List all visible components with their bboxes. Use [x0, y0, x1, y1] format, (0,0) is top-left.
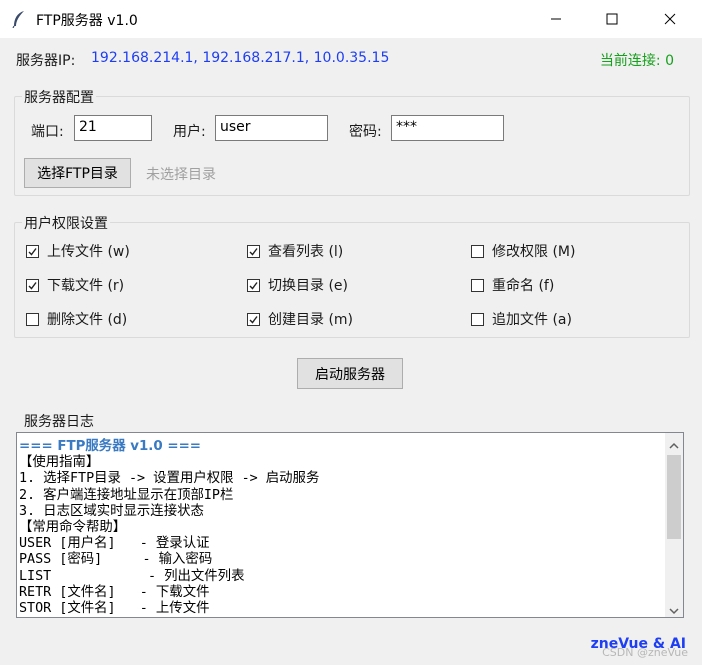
- password-label: 密码:: [349, 124, 382, 140]
- perm-label: 下载文件 (r): [47, 278, 125, 294]
- perm-label: 创建目录 (m): [268, 312, 354, 328]
- scroll-down-icon[interactable]: [669, 603, 679, 617]
- perm-chmod-checkbox[interactable]: 修改权限 (M): [471, 241, 575, 261]
- log-line: RETR [文件名] - 下载文件: [19, 584, 210, 600]
- connection-count: 当前连接: 0: [599, 53, 674, 69]
- perm-label: 重命名 (f): [492, 278, 555, 294]
- dir-status: 未选择目录: [146, 167, 216, 183]
- port-label: 端口:: [31, 124, 64, 140]
- perm-label: 切换目录 (e): [268, 278, 348, 294]
- log-line: LIST - 列出文件列表: [19, 568, 245, 584]
- log-line: 【使用指南】: [19, 455, 100, 471]
- checkbox-checked-icon: [247, 244, 260, 258]
- perm-label: 删除文件 (d): [47, 312, 128, 328]
- log-line: PASS [密码] - 输入密码: [19, 552, 213, 568]
- server-ip-label: 服务器IP:: [16, 53, 76, 69]
- choose-ftp-dir-button[interactable]: 选择FTP目录: [24, 158, 131, 188]
- perm-download-checkbox[interactable]: 下载文件 (r): [26, 275, 124, 295]
- port-input[interactable]: 21: [74, 115, 152, 141]
- log-line: USER [用户名] - 登录认证: [19, 536, 210, 552]
- checkbox-unchecked-icon: [471, 244, 484, 258]
- user-label: 用户:: [173, 124, 206, 140]
- permissions-title: 用户权限设置: [22, 213, 110, 233]
- maximize-button[interactable]: [584, 0, 640, 38]
- title-bar: FTP服务器 v1.0: [0, 0, 702, 38]
- server-log[interactable]: === FTP服务器 v1.0 === 【使用指南】 1. 选择FTP目录 -> 设…: [16, 432, 684, 618]
- checkbox-checked-icon: [247, 278, 260, 292]
- minimize-button[interactable]: [528, 0, 584, 38]
- window-title: FTP服务器 v1.0: [36, 13, 138, 29]
- server-config-title: 服务器配置: [22, 87, 96, 107]
- permissions-group: 用户权限设置 上传文件 (w) 查看列表 (l) 修改权限 (M) 下载文件 (…: [14, 213, 690, 338]
- start-server-button[interactable]: 启动服务器: [297, 358, 403, 389]
- server-ip-value: 192.168.214.1, 192.168.217.1, 10.0.35.15: [91, 50, 390, 66]
- perm-label: 上传文件 (w): [47, 244, 130, 260]
- log-line: 3. 日志区域实时显示连接状态: [19, 503, 204, 519]
- log-content: === FTP服务器 v1.0 === 【使用指南】 1. 选择FTP目录 -> 设…: [19, 439, 664, 617]
- perm-rename-checkbox[interactable]: 重命名 (f): [471, 275, 554, 295]
- ip-row: 服务器IP: 192.168.214.1, 192.168.217.1, 10.…: [16, 50, 686, 70]
- log-title: 服务器日志: [22, 411, 96, 431]
- checkbox-checked-icon: [247, 312, 260, 326]
- scroll-up-icon[interactable]: [669, 438, 679, 454]
- perm-label: 查看列表 (l): [268, 244, 344, 260]
- log-scrollbar[interactable]: [665, 433, 683, 617]
- perm-cwd-checkbox[interactable]: 切换目录 (e): [247, 275, 348, 295]
- server-config-group: 服务器配置 端口: 21 用户: user 密码: *** 选择FTP目录 未选…: [14, 87, 690, 196]
- checkbox-checked-icon: [26, 244, 39, 258]
- log-heading: === FTP服务器 v1.0 ===: [19, 439, 202, 454]
- user-input[interactable]: user: [215, 115, 328, 141]
- perm-upload-checkbox[interactable]: 上传文件 (w): [26, 241, 130, 261]
- log-line: STOR [文件名] - 上传文件: [19, 601, 210, 617]
- checkbox-unchecked-icon: [26, 312, 39, 326]
- watermark: CSDN @zneVue: [602, 646, 688, 659]
- perm-label: 修改权限 (M): [492, 244, 576, 260]
- close-button[interactable]: [642, 0, 698, 38]
- checkbox-checked-icon: [26, 278, 39, 292]
- feather-icon: [12, 10, 26, 32]
- log-line: 【常用命令帮助】: [19, 520, 127, 536]
- checkbox-unchecked-icon: [471, 278, 484, 292]
- checkbox-unchecked-icon: [471, 312, 484, 326]
- perm-mkdir-checkbox[interactable]: 创建目录 (m): [247, 309, 353, 329]
- perm-list-checkbox[interactable]: 查看列表 (l): [247, 241, 343, 261]
- log-line: 2. 客户端连接地址显示在顶部IP栏: [19, 487, 234, 503]
- perm-label: 追加文件 (a): [492, 312, 572, 328]
- password-input[interactable]: ***: [391, 115, 504, 141]
- log-line: 1. 选择FTP目录 -> 设置用户权限 -> 启动服务: [19, 471, 320, 487]
- perm-delete-checkbox[interactable]: 删除文件 (d): [26, 309, 127, 329]
- scrollbar-thumb[interactable]: [667, 455, 681, 539]
- perm-append-checkbox[interactable]: 追加文件 (a): [471, 309, 572, 329]
